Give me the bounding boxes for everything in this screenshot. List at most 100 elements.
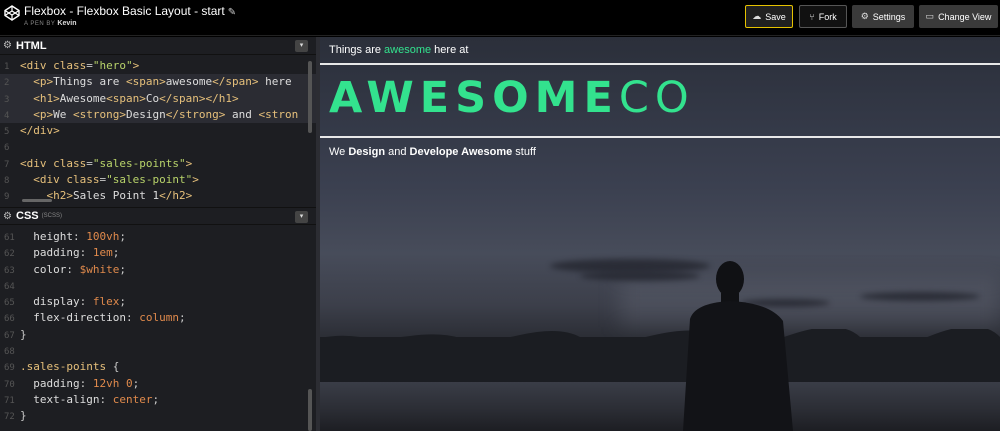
tagline-accent: awesome — [384, 44, 432, 56]
code-line[interactable]: 63 color: $white; — [0, 262, 316, 278]
code-line[interactable]: 3 <h1>Awesome<span>Co</span></h1> — [0, 90, 316, 107]
line-number: 1 — [4, 62, 10, 72]
code-text: height: 100vh; — [33, 230, 126, 243]
save-button[interactable]: ☁ Save — [745, 5, 793, 28]
line-number: 9 — [4, 192, 10, 203]
author-name[interactable]: Kevin — [57, 20, 76, 27]
desc-part: and — [385, 146, 410, 158]
save-label: Save — [765, 11, 786, 22]
cloud-icon: ☁ — [752, 11, 762, 21]
css-pane-header: ⚙ CSS (SCSS) ▾ — [0, 207, 316, 225]
code-line[interactable]: 9 <h2>Sales Point 1</h2> — [0, 188, 316, 204]
tagline-suffix: here at — [431, 44, 469, 56]
fork-icon: ⑂ — [809, 11, 815, 22]
layout-icon: ▭ — [925, 11, 935, 21]
code-line[interactable]: 64 — [0, 278, 316, 294]
line-number: 63 — [4, 265, 15, 276]
line-number: 4 — [4, 110, 10, 121]
code-line[interactable]: 69 .sales-points { — [0, 359, 316, 375]
chevron-down-icon[interactable]: ▾ — [295, 211, 308, 223]
css-scrollbar[interactable] — [308, 389, 312, 431]
line-number: 5 — [4, 127, 10, 138]
code-text: padding: 1em; — [33, 246, 120, 260]
css-code-editor[interactable]: 61 height: 100vh; 62 padding: 1em; 63 colo… — [0, 229, 316, 431]
code-line[interactable]: 7 <div class="sales-points"> — [0, 156, 316, 172]
edit-pencil-icon[interactable]: ✎ — [228, 7, 236, 18]
author-prefix: A PEN BY — [24, 21, 56, 27]
code-line[interactable]: 66 flex-direction: column; — [0, 310, 316, 326]
hero-heading: AWESOMECO — [329, 73, 695, 123]
code-text: <h1>Awesome<span>Co</span></h1> — [33, 91, 239, 105]
code-text: } — [20, 409, 27, 423]
line-number: 66 — [4, 314, 15, 325]
code-text: <div class="hero"> — [20, 59, 140, 72]
desc-strong: Develope Awesome — [409, 146, 513, 158]
cloud-shape — [860, 292, 980, 301]
html-pane-title: HTML — [16, 39, 47, 52]
chevron-down-icon[interactable]: ▾ — [295, 40, 308, 52]
line-number: 62 — [4, 249, 15, 260]
tagline-prefix: Things are — [329, 44, 385, 56]
code-text: <p>Things are <span>awesome</span> here — [33, 75, 292, 89]
line-number: 72 — [4, 412, 15, 423]
code-text: display: flex; — [33, 295, 126, 309]
line-number: 71 — [4, 395, 15, 406]
line-number: 8 — [4, 176, 10, 187]
code-line[interactable]: 70 padding: 12vh 0; — [0, 376, 316, 392]
code-text: color: $white; — [33, 262, 126, 276]
code-line[interactable]: 1 <div class="hero"> — [0, 58, 316, 74]
code-line[interactable]: 65 display: flex; — [0, 294, 316, 310]
code-line[interactable]: 61 height: 100vh; — [0, 229, 316, 245]
code-text: <div class="sales-point"> — [33, 173, 199, 187]
code-line[interactable]: 8 <div class="sales-point"> — [0, 172, 316, 188]
code-text: <p>We <strong>Design</strong> and <stron — [33, 107, 299, 121]
hero-top-rule — [320, 63, 1000, 65]
hero-description: We Design and Develope Awesome stuff — [329, 146, 536, 158]
code-line[interactable]: 67} — [0, 327, 316, 343]
line-number: 65 — [4, 298, 15, 309]
code-text: text-align: center; — [33, 392, 160, 406]
line-number: 69 — [4, 363, 15, 374]
gear-icon[interactable]: ⚙ — [3, 211, 13, 222]
code-text: padding: 12vh 0; — [33, 376, 140, 390]
codepen-logo-icon[interactable] — [4, 5, 20, 21]
code-line[interactable]: 2 <p>Things are <span>awesome</span> her… — [0, 74, 316, 91]
code-line[interactable]: 5 </div> — [0, 123, 316, 139]
gear-icon[interactable]: ⚙ — [3, 40, 13, 51]
heading-light: CO — [618, 73, 695, 123]
fork-label: Fork — [818, 11, 837, 22]
html-code-editor[interactable]: 1 <div class="hero"> 2 <p>Things are <span… — [0, 58, 316, 206]
change-view-label: Change View — [938, 11, 992, 22]
code-line[interactable]: 6 — [0, 139, 316, 155]
change-view-button[interactable]: ▭ Change View — [919, 5, 998, 28]
code-text: flex-direction: column; — [33, 311, 186, 325]
fork-button[interactable]: ⑂ Fork — [799, 5, 847, 28]
line-number: 68 — [4, 347, 15, 358]
code-line[interactable]: 68 — [0, 343, 316, 359]
line-number: 3 — [4, 94, 10, 105]
heading-strong: AWESOME — [329, 73, 619, 123]
code-line[interactable]: 71 text-align: center; — [0, 392, 316, 408]
line-number: 7 — [4, 159, 10, 170]
editor-column: ⚙ HTML ▾ 1 <div class="hero"> 2 <p>Things … — [0, 37, 316, 431]
desc-part: stuff — [512, 146, 536, 158]
desc-part: We — [329, 146, 349, 158]
hero-bottom-rule — [320, 136, 1000, 138]
html-scrollbar[interactable] — [308, 61, 312, 133]
css-pane-title: CSS — [16, 210, 39, 222]
code-text: .sales-points { — [20, 360, 120, 374]
line-number: 61 — [4, 233, 15, 243]
settings-button[interactable]: ⚙ Settings — [852, 5, 914, 28]
code-line[interactable]: 62 padding: 1em; — [0, 245, 316, 261]
person-silhouette — [683, 261, 793, 431]
pen-title[interactable]: Flexbox - Flexbox Basic Layout - start ✎ — [24, 4, 236, 18]
line-number: 2 — [4, 78, 10, 89]
desc-strong: Design — [348, 146, 386, 158]
line-number: 6 — [4, 143, 10, 154]
html-horizontal-scrollbar[interactable] — [22, 199, 52, 202]
code-line[interactable]: 4 <p>We <strong>Design</strong> and <str… — [0, 106, 316, 124]
pen-title-text: Flexbox - Flexbox Basic Layout - start — [24, 4, 225, 18]
hero-tagline: Things are awesome here at — [329, 44, 468, 56]
code-line[interactable]: 72} — [0, 408, 316, 424]
html-pane-header: ⚙ HTML ▾ — [0, 37, 316, 55]
